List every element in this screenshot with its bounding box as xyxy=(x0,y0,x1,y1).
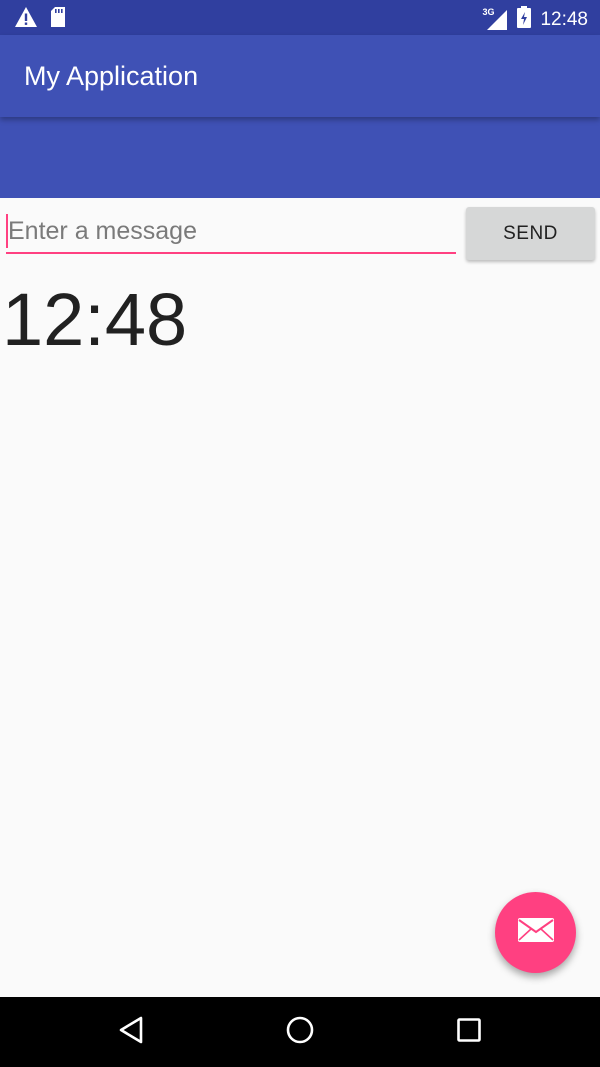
clock-text: 12:48 xyxy=(2,278,188,361)
recents-icon xyxy=(456,1017,482,1048)
message-input[interactable] xyxy=(6,210,456,254)
toolbar: My Application xyxy=(0,35,600,117)
warning-icon xyxy=(14,6,38,33)
text-cursor xyxy=(6,214,8,248)
status-bar: 3G 12:48 xyxy=(0,0,600,35)
back-button[interactable] xyxy=(111,1012,151,1052)
battery-icon xyxy=(516,5,532,34)
back-icon xyxy=(117,1015,145,1050)
status-time: 12:48 xyxy=(540,8,588,30)
send-button[interactable]: SEND xyxy=(466,207,595,260)
app-title: My Application xyxy=(24,61,199,91)
email-fab-button[interactable] xyxy=(495,892,576,973)
status-left-icons xyxy=(14,6,66,33)
status-right-icons: 3G 12:48 xyxy=(482,5,588,34)
navigation-bar xyxy=(0,997,600,1067)
mail-icon xyxy=(517,917,555,948)
home-button[interactable] xyxy=(280,1012,320,1052)
recents-button[interactable] xyxy=(449,1012,489,1052)
signal-icon: 3G xyxy=(482,7,508,31)
sd-card-icon xyxy=(50,6,66,33)
home-icon xyxy=(285,1015,315,1050)
app-bar: My Application xyxy=(0,35,600,198)
